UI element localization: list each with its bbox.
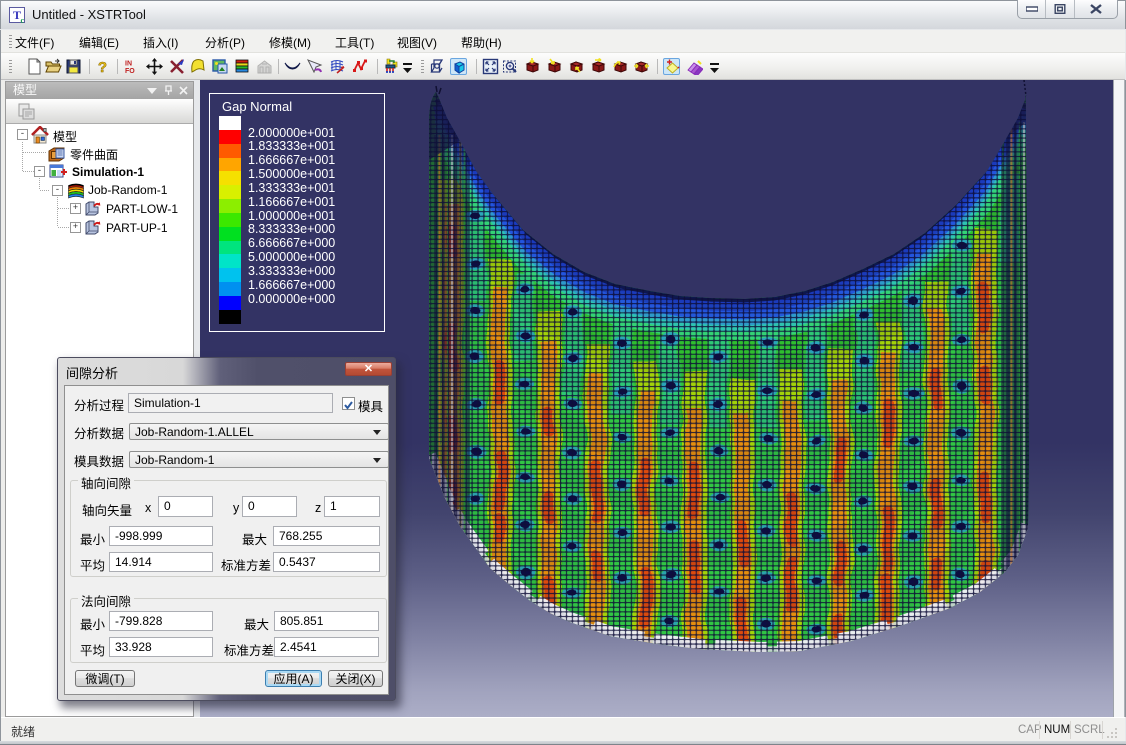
- svg-text:?: ?: [98, 59, 107, 75]
- svg-text:IN: IN: [125, 61, 132, 68]
- svg-text:FO: FO: [125, 68, 135, 75]
